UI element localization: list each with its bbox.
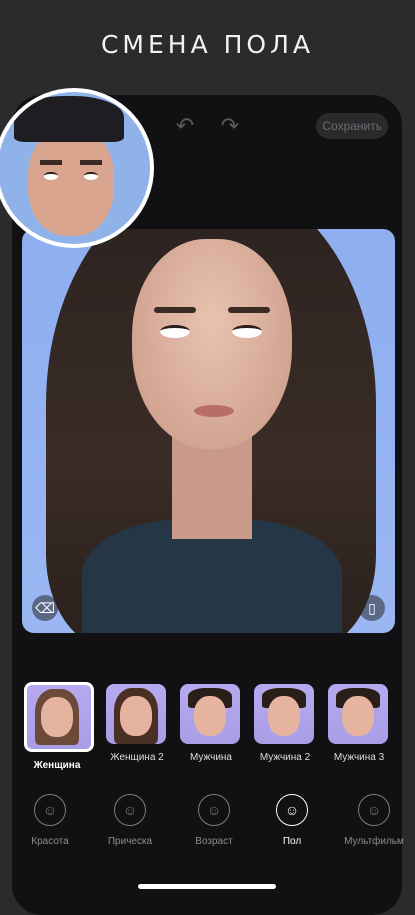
right-brow (228, 307, 270, 313)
thumb-label: Мужчина 2 (259, 752, 311, 763)
compare-icon[interactable]: ▯ (359, 595, 385, 621)
style-thumb-woman-2[interactable]: Женщина 2 (106, 684, 168, 763)
thumb-image (328, 684, 388, 744)
eraser-icon[interactable]: ⌫ (32, 595, 58, 621)
tab-gender[interactable]: ☺ Пол (252, 794, 332, 847)
tab-label: Прическа (107, 836, 153, 847)
thumb-image (180, 684, 240, 744)
tab-label: Возраст (195, 836, 233, 847)
thumb-image (106, 684, 166, 744)
undo-arrow-icon[interactable]: ↶ (172, 115, 198, 137)
tab-age[interactable]: ☺ Возраст (174, 794, 254, 847)
tab-label: Красота (31, 836, 69, 847)
inset-right-eye (84, 172, 98, 180)
inset-right-brow (80, 160, 102, 165)
feature-tabs: ☺ Красота ☺ Прическа ☺ Возраст ☺ Пол ☺ М… (0, 794, 415, 864)
style-thumb-woman[interactable]: Женщина (24, 682, 94, 771)
style-thumb-man-3[interactable]: Мужчина 3 (328, 684, 390, 763)
save-button[interactable]: Сохранить (316, 113, 388, 139)
style-thumbnails: Женщина Женщина 2 Мужчина Мужчина 2 Мужч… (24, 682, 415, 774)
right-eye (232, 325, 262, 338)
inset-cap (14, 96, 124, 142)
tab-label: Мультфильм (344, 836, 404, 847)
redo-arrow-icon[interactable]: ↷ (217, 115, 243, 137)
inset-left-brow (40, 160, 62, 165)
age-face-icon: ☺ (198, 794, 230, 826)
left-brow (154, 307, 196, 313)
page-headline: СМЕНА ПОЛА (100, 30, 315, 59)
tab-hairstyle[interactable]: ☺ Прическа (90, 794, 170, 847)
cartoon-face-icon: ☺ (358, 794, 390, 826)
lips (194, 405, 234, 417)
home-indicator (138, 884, 276, 889)
photo-face (132, 239, 292, 449)
style-thumb-man[interactable]: Мужчина (180, 684, 242, 763)
thumb-label: Мужчина (189, 752, 232, 763)
left-eye (160, 325, 190, 338)
thumb-image (254, 684, 314, 744)
thumb-label: Женщина (33, 760, 81, 771)
edited-photo: ⌫ ▯ (22, 229, 395, 633)
face-sparkle-icon: ☺ (34, 794, 66, 826)
gender-face-icon: ☺ (276, 794, 308, 826)
tab-cartoon[interactable]: ☺ Мультфильм (334, 794, 414, 847)
tab-label: Пол (282, 836, 302, 847)
style-thumb-man-2[interactable]: Мужчина 2 (254, 684, 316, 763)
inset-left-eye (44, 172, 58, 180)
tab-beauty[interactable]: ☺ Красота (10, 794, 90, 847)
thumb-label: Мужчина 3 (333, 752, 385, 763)
thumb-image (24, 682, 94, 752)
inset-face (28, 128, 114, 236)
thumb-label: Женщина 2 (110, 752, 164, 763)
original-photo-inset (0, 88, 154, 248)
hairstyle-icon: ☺ (114, 794, 146, 826)
